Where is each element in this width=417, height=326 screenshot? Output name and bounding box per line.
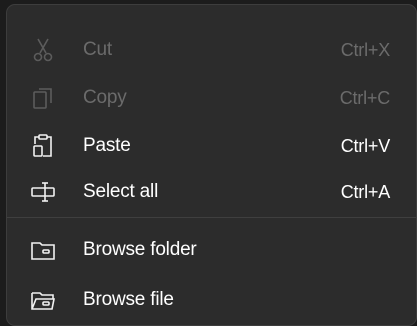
menu-item-browse-file[interactable]: Browse file xyxy=(7,275,416,325)
menu-item-paste[interactable]: Paste Ctrl+V xyxy=(7,121,416,171)
menu-item-shortcut: Ctrl+V xyxy=(340,135,391,156)
folder-open-icon xyxy=(30,287,56,313)
menu-item-label: Browse file xyxy=(83,289,174,310)
menu-item-shortcut: Ctrl+C xyxy=(339,87,391,108)
menu-item-shortcut: Ctrl+A xyxy=(340,181,391,202)
menu-item-label: Select all xyxy=(83,181,159,202)
menu-item-cut[interactable]: Cut Ctrl+X xyxy=(7,25,416,75)
menu-item-label: Cut xyxy=(83,39,112,60)
scissors-icon xyxy=(30,37,56,63)
menu-item-shortcut: Ctrl+X xyxy=(340,39,391,60)
menu-item-label: Copy xyxy=(83,87,127,108)
menu-separator xyxy=(7,217,416,218)
menu-item-select-all[interactable]: Select all Ctrl+A xyxy=(7,167,416,217)
context-menu: Cut Ctrl+X Copy Ctrl+C Paste Ctrl+V Sele… xyxy=(6,4,417,326)
menu-item-label: Paste xyxy=(83,135,131,156)
clipboard-icon xyxy=(30,133,56,159)
select-all-icon xyxy=(30,179,56,205)
menu-item-label: Browse folder xyxy=(83,239,197,260)
folder-icon xyxy=(30,237,56,263)
menu-item-copy[interactable]: Copy Ctrl+C xyxy=(7,73,416,123)
copy-icon xyxy=(30,85,56,111)
menu-item-browse-folder[interactable]: Browse folder xyxy=(7,225,416,275)
